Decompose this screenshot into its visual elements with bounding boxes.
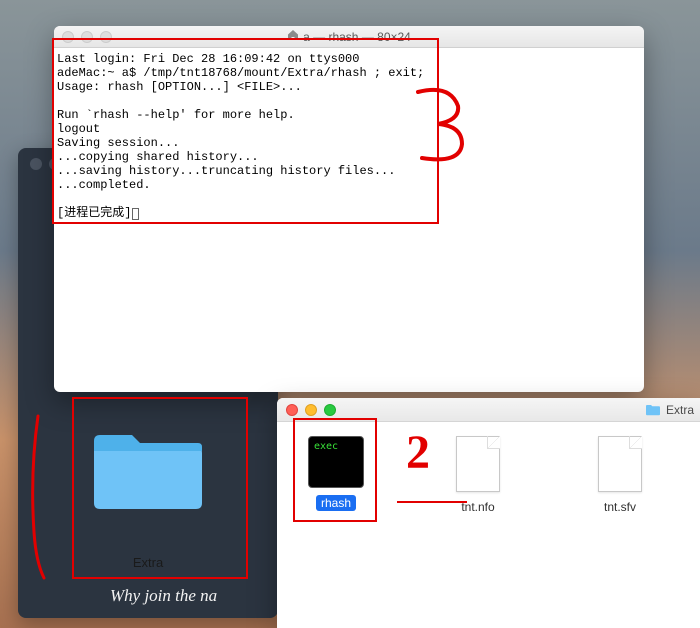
folder-icon <box>645 403 661 416</box>
finder-title: Extra <box>645 403 694 417</box>
terminal-title: a — rhash — 80×24 <box>287 29 411 44</box>
terminal-window: a — rhash — 80×24 Last login: Fri Dec 28… <box>54 26 644 392</box>
file-tnt-sfv[interactable]: tnt.sfv <box>579 436 661 515</box>
finder-file-area[interactable]: exec rhash tnt.nfo tnt.sfv <box>277 422 700 529</box>
file-rhash[interactable]: exec rhash <box>295 436 377 515</box>
folder-icon <box>88 425 208 515</box>
tagline-text: Why join the na <box>110 586 217 606</box>
folder-extra-large[interactable] <box>88 425 208 515</box>
close-button[interactable] <box>62 31 74 43</box>
exec-icon: exec <box>308 436 364 488</box>
document-icon <box>598 436 642 492</box>
document-icon <box>456 436 500 492</box>
annotation-number-2: 2 <box>406 425 430 480</box>
file-label: tnt.nfo <box>456 499 499 515</box>
file-tnt-nfo[interactable]: tnt.nfo <box>437 436 519 515</box>
file-label: rhash <box>316 495 356 511</box>
minimize-button[interactable] <box>81 31 93 43</box>
file-label: tnt.sfv <box>599 499 641 515</box>
finder-window: Extra exec rhash tnt.nfo tnt.sfv <box>277 398 700 628</box>
close-button[interactable] <box>286 404 298 416</box>
folder-label: Extra <box>88 555 208 570</box>
traffic-lights <box>286 404 336 416</box>
traffic-lights <box>62 31 112 43</box>
zoom-button[interactable] <box>324 404 336 416</box>
minimize-button[interactable] <box>305 404 317 416</box>
home-icon <box>287 29 299 44</box>
zoom-button[interactable] <box>100 31 112 43</box>
finder-titlebar[interactable]: Extra <box>277 398 700 422</box>
terminal-cursor <box>132 208 139 220</box>
terminal-content[interactable]: Last login: Fri Dec 28 16:09:42 on ttys0… <box>54 48 644 224</box>
terminal-titlebar[interactable]: a — rhash — 80×24 <box>54 26 644 48</box>
